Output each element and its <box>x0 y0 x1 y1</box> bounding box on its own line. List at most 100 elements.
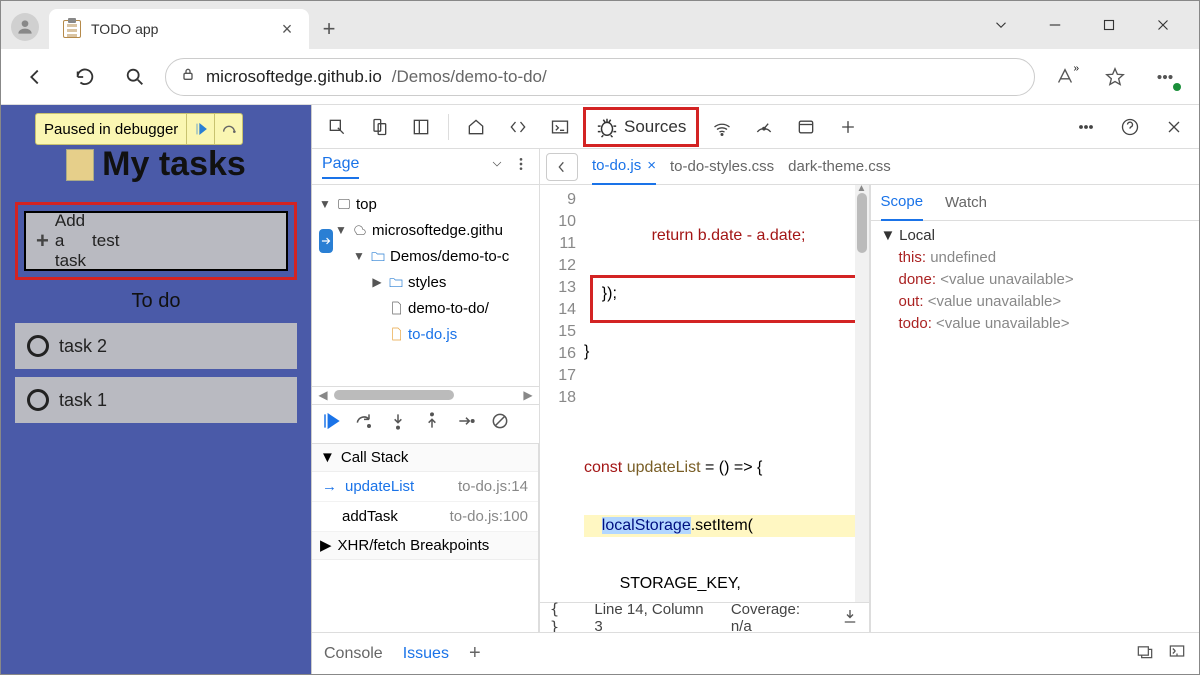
profile-icon[interactable] <box>11 13 39 41</box>
debugger-step-button[interactable] <box>214 113 242 145</box>
window-dropdown-icon[interactable] <box>981 16 1021 34</box>
network-icon[interactable] <box>703 108 741 146</box>
coverage-status: Coverage: n/a <box>731 601 823 633</box>
tree-folder[interactable]: styles <box>408 274 446 291</box>
window-close-button[interactable] <box>1143 16 1183 34</box>
url-host: microsoftedge.github.io <box>206 67 382 87</box>
editor-tab[interactable]: to-do-styles.css <box>670 149 774 185</box>
window-maximize-button[interactable] <box>1089 16 1129 34</box>
tree-file[interactable]: demo-to-do/ <box>408 300 489 317</box>
debugger-controls <box>312 404 539 444</box>
file-navigator: Page ▼top ▼microsoftedge.githu ▼Demos/de… <box>312 149 540 632</box>
section-heading: To do <box>1 290 311 313</box>
tree-origin[interactable]: microsoftedge.githu <box>372 222 503 239</box>
code-text[interactable]: return b.date - a.date; }); } const upda… <box>584 185 869 602</box>
callstack-header[interactable]: ▼Call Stack <box>312 444 538 472</box>
step-button[interactable] <box>456 411 476 436</box>
read-aloud-button[interactable]: » <box>1045 57 1085 97</box>
console-tab[interactable]: Console <box>324 645 383 663</box>
welcome-icon[interactable] <box>457 108 495 146</box>
task-item[interactable]: task 2 <box>15 323 297 369</box>
editor-nav-back[interactable] <box>546 153 578 181</box>
add-task-form[interactable]: + Add a task <box>24 211 288 271</box>
cursor-position: Line 14, Column 3 <box>594 601 712 633</box>
task-name: task 1 <box>59 390 107 411</box>
editor-tabs: to-do.js× to-do-styles.css dark-theme.cs… <box>540 149 1199 185</box>
stack-frame[interactable]: addTaskto-do.js:100 <box>312 502 538 532</box>
devtools-close-button[interactable] <box>1155 108 1193 146</box>
menu-button[interactable] <box>1145 57 1185 97</box>
add-task-input[interactable] <box>92 231 313 251</box>
refresh-button[interactable] <box>65 57 105 97</box>
editor-tab[interactable]: to-do.js× <box>592 149 656 185</box>
back-button[interactable] <box>15 57 55 97</box>
drawer-icon-1[interactable] <box>1135 641 1155 666</box>
sources-tab-label: Sources <box>624 117 686 137</box>
submit-task-button[interactable] <box>319 229 333 253</box>
devtools-panel: Sources Page <box>311 105 1199 674</box>
tab-close-button[interactable]: × <box>275 17 299 41</box>
step-into-button[interactable] <box>388 411 408 436</box>
devtools-toolbar: Sources <box>312 105 1199 149</box>
device-icon[interactable] <box>360 108 398 146</box>
console-icon[interactable] <box>541 108 579 146</box>
editor-tab[interactable]: dark-theme.css <box>788 149 891 185</box>
watch-tab[interactable]: Watch <box>945 185 987 221</box>
tree-file-active[interactable]: to-do.js <box>408 326 457 343</box>
editor-vscroll[interactable]: ▲ <box>855 185 869 602</box>
help-button[interactable] <box>1111 108 1149 146</box>
rendered-page: Paused in debugger My tasks + Add a task… <box>1 105 311 674</box>
elements-icon[interactable] <box>499 108 537 146</box>
plus-icon: + <box>36 228 49 254</box>
window-titlebar: TODO app × + <box>1 1 1199 49</box>
step-out-button[interactable] <box>422 411 442 436</box>
task-item[interactable]: task 1 <box>15 377 297 423</box>
add-tool-button[interactable] <box>829 108 867 146</box>
page-heading: My tasks <box>1 145 311 184</box>
scope-tab[interactable]: Scope <box>881 185 924 221</box>
scope-pane: Scope Watch ▼ Local this: undefined done… <box>870 185 1200 632</box>
stack-frame[interactable]: →updateListto-do.js:14 <box>312 472 538 502</box>
close-icon[interactable]: × <box>647 157 656 174</box>
deactivate-breakpoints-button[interactable] <box>490 411 510 436</box>
page-tab[interactable]: Page <box>322 155 359 179</box>
download-icon[interactable] <box>841 607 859 629</box>
url-path: /Demos/demo-to-do/ <box>392 67 547 87</box>
browser-tab[interactable]: TODO app × <box>49 9 309 49</box>
notepad-icon <box>66 149 94 181</box>
xhr-breakpoints-header[interactable]: ▶XHR/fetch Breakpoints <box>312 532 538 560</box>
issues-tab[interactable]: Issues <box>403 645 449 663</box>
step-over-button[interactable] <box>354 411 374 436</box>
window-minimize-button[interactable] <box>1035 16 1075 34</box>
nav-scrollbar[interactable]: ◀▶ <box>312 386 539 404</box>
drawer-add-button[interactable]: + <box>469 642 481 665</box>
code-editor[interactable]: 9101112131415161718 return b.date - a.da… <box>540 185 870 632</box>
new-tab-button[interactable]: + <box>309 9 349 49</box>
nav-menu-button[interactable] <box>513 156 529 177</box>
resume-button[interactable] <box>320 411 340 436</box>
favorite-button[interactable] <box>1095 57 1135 97</box>
url-field[interactable]: microsoftedge.github.io/Demos/demo-to-do… <box>165 58 1035 96</box>
debugger-resume-button[interactable] <box>186 113 214 145</box>
editor-status-bar: { } Line 14, Column 3 Coverage: n/a <box>540 602 869 632</box>
nav-more-button[interactable] <box>489 156 505 177</box>
dock-icon[interactable] <box>402 108 440 146</box>
application-icon[interactable] <box>787 108 825 146</box>
search-button[interactable] <box>115 57 155 97</box>
debugger-paused-banner: Paused in debugger <box>35 113 243 145</box>
drawer-icon-2[interactable] <box>1167 641 1187 666</box>
sources-tab[interactable]: Sources <box>583 107 699 147</box>
tree-folder[interactable]: Demos/demo-to-c <box>390 248 509 265</box>
add-task-label: Add a task <box>55 211 86 271</box>
task-checkbox[interactable] <box>27 335 49 357</box>
debugger-paused-text: Paused in debugger <box>36 121 186 138</box>
tab-title: TODO app <box>91 21 265 37</box>
tab-favicon-icon <box>63 20 81 38</box>
tree-top[interactable]: top <box>356 196 377 213</box>
task-checkbox[interactable] <box>27 389 49 411</box>
more-tools-button[interactable] <box>1067 108 1105 146</box>
performance-icon[interactable] <box>745 108 783 146</box>
devtools-drawer: Console Issues + <box>312 632 1199 674</box>
inspect-icon[interactable] <box>318 108 356 146</box>
file-tree[interactable]: ▼top ▼microsoftedge.githu ▼Demos/demo-to… <box>312 185 539 386</box>
